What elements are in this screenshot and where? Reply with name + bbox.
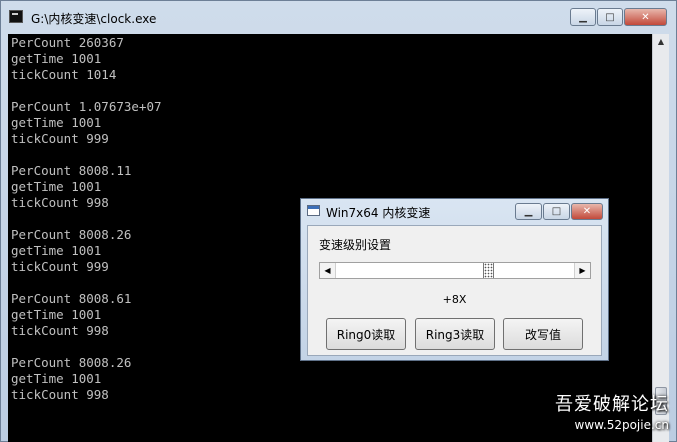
maximize-icon: □ bbox=[551, 206, 562, 217]
slider-left-arrow-icon[interactable]: ◀ bbox=[320, 263, 336, 278]
minimize-button[interactable]: ▁ bbox=[570, 8, 596, 26]
console-output: PerCount 260367 getTime 1001 tickCount 101… bbox=[11, 35, 162, 403]
console-line: getTime 1001 bbox=[11, 371, 102, 386]
dialog-title: Win7x64 内核变速 bbox=[326, 206, 431, 220]
console-app-icon bbox=[9, 10, 23, 23]
dialog-maximize-button[interactable]: □ bbox=[543, 203, 570, 220]
console-scrollbar[interactable]: ▲ bbox=[652, 34, 669, 442]
close-button[interactable]: ✕ bbox=[624, 8, 667, 26]
console-line: PerCount 8008.61 bbox=[11, 291, 132, 306]
console-line: PerCount 8008.11 bbox=[11, 163, 132, 178]
console-window-controls: ▁ □ ✕ bbox=[569, 8, 667, 26]
speed-dialog: Win7x64 内核变速 ▁ □ ✕ 变速级别设置 ◀ ▶ +8X Ring0读… bbox=[300, 198, 609, 361]
slider-thumb[interactable] bbox=[483, 263, 495, 278]
watermark-title: 吾爱破解论坛 bbox=[555, 394, 669, 415]
console-line: tickCount 1014 bbox=[11, 67, 117, 82]
speed-value-text: +8X bbox=[442, 293, 467, 306]
speed-level-label: 变速级别设置 bbox=[319, 238, 392, 252]
close-icon: ✕ bbox=[641, 11, 650, 23]
console-title: G:\内核变速\clock.exe bbox=[31, 12, 157, 26]
dialog-window-controls: ▁ □ ✕ bbox=[514, 203, 603, 220]
console-line: PerCount 1.07673e+07 bbox=[11, 99, 162, 114]
ring0-read-button[interactable]: Ring0读取 bbox=[326, 318, 406, 350]
ring3-read-button[interactable]: Ring3读取 bbox=[415, 318, 495, 350]
close-icon: ✕ bbox=[582, 206, 592, 217]
speed-slider[interactable]: ◀ ▶ bbox=[319, 262, 591, 279]
console-titlebar[interactable]: G:\内核变速\clock.exe ▁ □ ✕ bbox=[1, 1, 676, 35]
console-line: getTime 1001 bbox=[11, 115, 102, 130]
console-line: getTime 1001 bbox=[11, 243, 102, 258]
slider-track[interactable] bbox=[336, 263, 574, 278]
console-line: tickCount 998 bbox=[11, 323, 109, 338]
console-line: getTime 1001 bbox=[11, 307, 102, 322]
watermark-url: www.52pojie.cn bbox=[574, 418, 669, 432]
dialog-app-icon bbox=[307, 205, 320, 216]
dialog-titlebar[interactable]: Win7x64 内核变速 ▁ □ ✕ bbox=[301, 199, 608, 224]
console-line: getTime 1001 bbox=[11, 179, 102, 194]
dialog-close-button[interactable]: ✕ bbox=[571, 203, 603, 220]
console-line: tickCount 999 bbox=[11, 259, 109, 274]
console-line: PerCount 8008.26 bbox=[11, 227, 132, 242]
dialog-client-area: 变速级别设置 ◀ ▶ +8X Ring0读取 Ring3读取 改写值 bbox=[307, 225, 602, 356]
scroll-up-icon[interactable]: ▲ bbox=[654, 35, 668, 49]
console-line: PerCount 8008.26 bbox=[11, 355, 132, 370]
slider-right-arrow-icon[interactable]: ▶ bbox=[574, 263, 590, 278]
maximize-button[interactable]: □ bbox=[597, 8, 623, 26]
site-watermark: 吾爱破解论坛 www.52pojie.cn bbox=[555, 390, 669, 432]
console-line: PerCount 260367 bbox=[11, 35, 124, 50]
minimize-icon: ▁ bbox=[524, 206, 533, 217]
console-line: getTime 1001 bbox=[11, 51, 102, 66]
modify-value-button[interactable]: 改写值 bbox=[503, 318, 583, 350]
console-line: tickCount 998 bbox=[11, 387, 109, 402]
console-line: tickCount 998 bbox=[11, 195, 109, 210]
console-line: tickCount 999 bbox=[11, 131, 109, 146]
minimize-icon: ▁ bbox=[579, 11, 587, 23]
maximize-icon: □ bbox=[605, 11, 615, 23]
dialog-minimize-button[interactable]: ▁ bbox=[515, 203, 542, 220]
